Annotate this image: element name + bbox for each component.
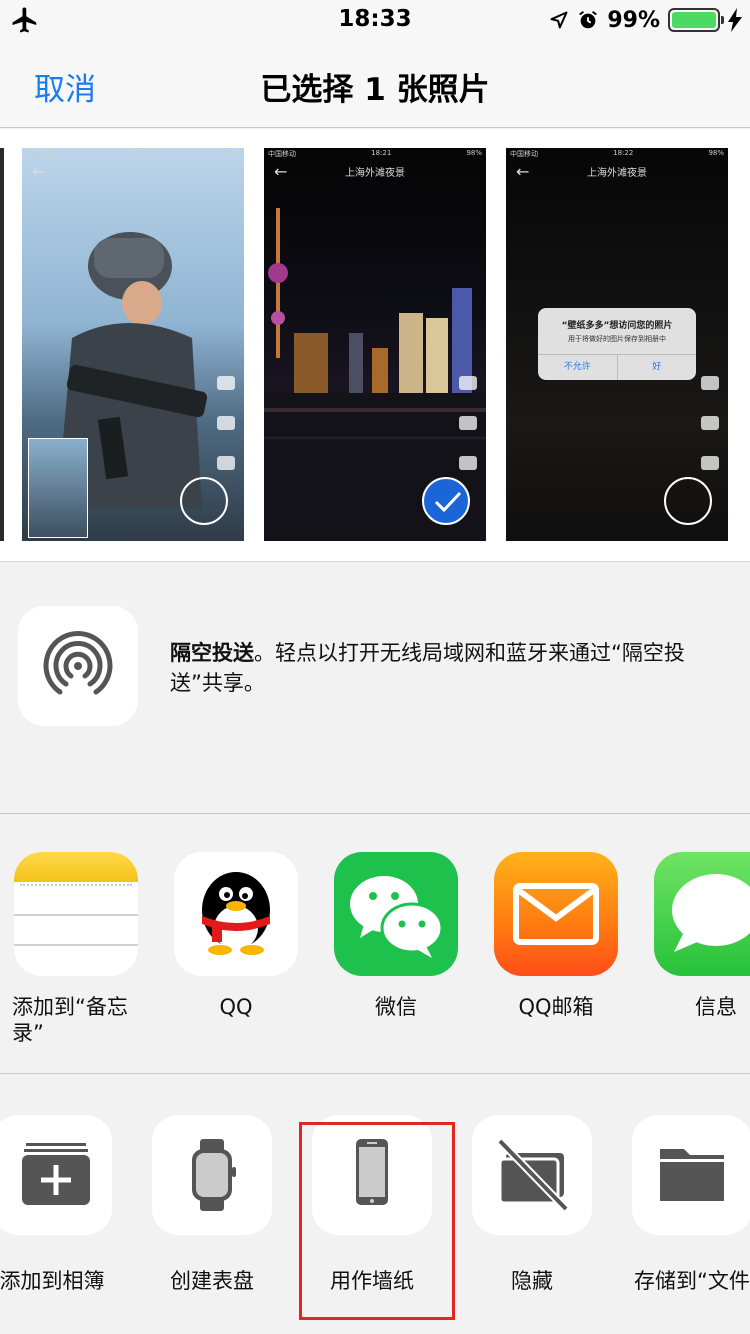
share-apps-row[interactable]: 添加到“备忘录” QQ 微信 QQ邮箱 信息 bbox=[0, 814, 750, 1074]
dialog-deny-button: 不允许 bbox=[538, 355, 618, 380]
mini-battery: 98% bbox=[708, 149, 724, 157]
partial-photo-thumbnail[interactable] bbox=[0, 148, 4, 541]
highlight-box bbox=[299, 1122, 455, 1320]
battery-icon bbox=[668, 8, 724, 32]
mini-carrier: 中国移动 bbox=[26, 150, 54, 158]
wechat-icon bbox=[334, 852, 458, 976]
action-save-to-files[interactable]: 存储到“文件 bbox=[632, 1115, 750, 1295]
dialog-allow-button: 好 bbox=[652, 362, 662, 372]
mini-status-bar: 中国移动 18:22 98% bbox=[506, 148, 728, 160]
hide-icon bbox=[472, 1115, 592, 1235]
mail-envelope-icon bbox=[494, 852, 618, 976]
action-label: 添加到相簿 bbox=[0, 1269, 105, 1293]
action-add-to-album[interactable]: 添加到相簿 bbox=[0, 1115, 112, 1295]
location-arrow-icon bbox=[550, 11, 568, 29]
photo-thumbnail[interactable]: 中国移动 18:22 98% ← 上海外滩夜景 “壁纸多多”想访问您的照片 用于… bbox=[506, 148, 728, 541]
app-notes[interactable]: 添加到“备忘录” bbox=[12, 852, 138, 1046]
mini-page-title: 上海外滩夜景 bbox=[587, 168, 647, 179]
select-circle[interactable] bbox=[180, 477, 228, 525]
app-label: 添加到“备忘录” bbox=[12, 995, 128, 1045]
app-qq[interactable]: QQ bbox=[174, 852, 298, 1020]
back-arrow-icon: ← bbox=[32, 162, 46, 181]
charging-bolt-icon bbox=[728, 8, 742, 32]
permission-dialog: “壁纸多多”想访问您的照片 用于将做好的图片保存到相册中 不允许 好 bbox=[538, 308, 696, 380]
message-bubble-icon bbox=[654, 852, 750, 976]
mini-time: 18:20 bbox=[129, 149, 150, 157]
app-label: QQ bbox=[219, 995, 253, 1019]
status-right-group: 99% bbox=[549, 6, 742, 34]
photo-carousel[interactable]: 中国移动 18:20 98% ← 中国移动 18:21 98% ← 上海外滩夜景 bbox=[0, 129, 750, 562]
airdrop-tile[interactable] bbox=[18, 606, 138, 726]
watch-icon bbox=[152, 1115, 272, 1235]
app-label: 微信 bbox=[375, 995, 417, 1019]
select-circle[interactable] bbox=[664, 477, 712, 525]
mini-status-bar: 中国移动 18:20 98% bbox=[22, 148, 244, 160]
photo-thumbnail[interactable]: 中国移动 18:21 98% ← 上海外滩夜景 bbox=[264, 148, 486, 541]
selected-checkmark[interactable] bbox=[422, 477, 470, 525]
page-title: 已选择 1 张照片 bbox=[260, 72, 490, 108]
inset-thumbnail bbox=[28, 438, 88, 538]
app-wechat[interactable]: 微信 bbox=[334, 852, 458, 1020]
app-label: QQ邮箱 bbox=[518, 995, 594, 1019]
alarm-icon bbox=[579, 10, 598, 29]
airdrop-title: 隔空投送 bbox=[170, 641, 254, 665]
action-create-watch-face[interactable]: 创建表盘 bbox=[152, 1115, 272, 1295]
app-label: 信息 bbox=[695, 995, 737, 1019]
app-qq-mail[interactable]: QQ邮箱 bbox=[494, 852, 618, 1020]
dialog-title: “壁纸多多”想访问您的照片 bbox=[561, 321, 673, 331]
photo-thumbnail[interactable]: 中国移动 18:20 98% ← bbox=[22, 148, 244, 541]
action-label: 隐藏 bbox=[511, 1269, 553, 1293]
mini-carrier: 中国移动 bbox=[510, 150, 538, 158]
folder-icon bbox=[632, 1115, 750, 1235]
airdrop-description: 隔空投送。轻点以打开无线局域网和蓝牙来通过“隔空投送”共享。 bbox=[170, 638, 730, 698]
side-action-icons bbox=[698, 376, 722, 470]
action-label: 创建表盘 bbox=[170, 1269, 254, 1293]
mini-time: 18:22 bbox=[613, 149, 634, 157]
action-hide[interactable]: 隐藏 bbox=[472, 1115, 592, 1295]
mini-battery: 98% bbox=[224, 149, 240, 157]
side-action-icons bbox=[456, 376, 480, 470]
navigation-bar: 取消 已选择 1 张照片 bbox=[0, 40, 750, 128]
side-action-icons bbox=[214, 376, 238, 470]
add-to-album-icon bbox=[0, 1115, 112, 1235]
app-messages[interactable]: 信息 bbox=[654, 852, 750, 1020]
notes-icon bbox=[14, 852, 138, 976]
airdrop-section[interactable]: 隔空投送。轻点以打开无线局域网和蓝牙来通过“隔空投送”共享。 bbox=[0, 562, 750, 814]
status-bar: 18:33 99% bbox=[0, 0, 750, 40]
dialog-buttons: 不允许 好 bbox=[538, 354, 696, 380]
dialog-body: 用于将做好的图片保存到相册中 bbox=[568, 335, 666, 343]
qq-penguin-icon bbox=[174, 852, 298, 976]
airdrop-icon bbox=[43, 631, 113, 695]
action-label: 存储到“文件 bbox=[634, 1269, 750, 1293]
battery-percent: 99% bbox=[607, 7, 660, 33]
